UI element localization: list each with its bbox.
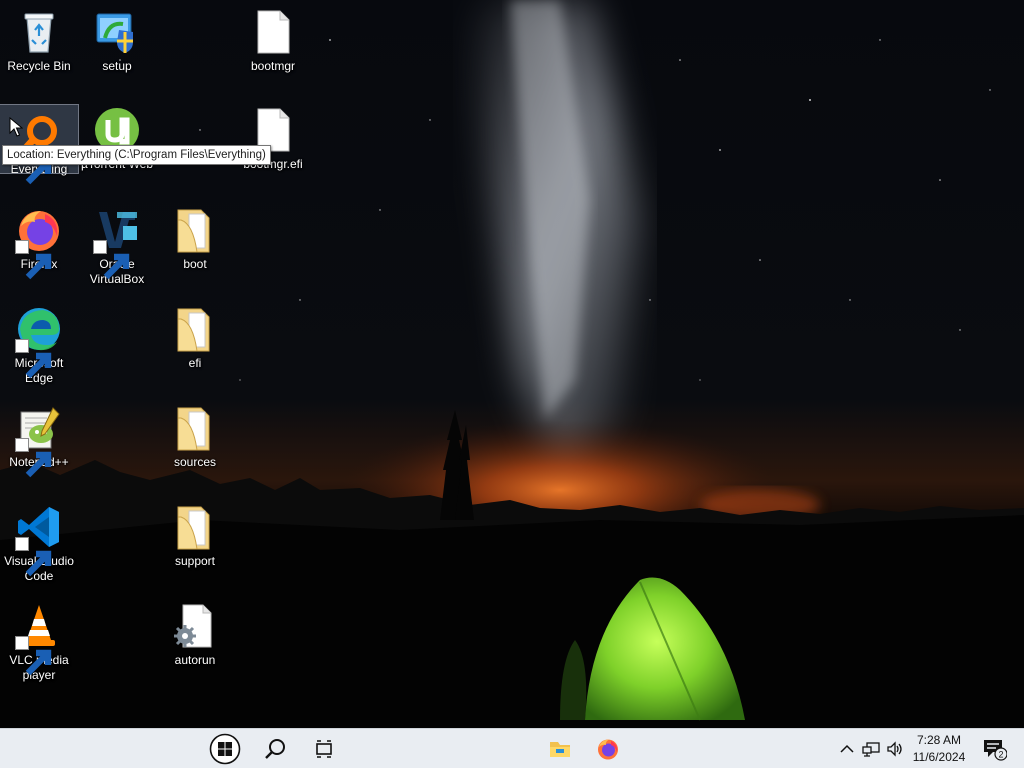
- setup-icon: [93, 8, 141, 56]
- desktop-icon-folder-boot[interactable]: boot: [156, 200, 234, 272]
- search-icon: [265, 738, 285, 759]
- windows-start-icon: [209, 733, 241, 764]
- recycle-bin-icon: [15, 8, 63, 56]
- virtualbox-icon: [93, 206, 141, 280]
- desktop-icon-label: bootmgr: [250, 59, 296, 73]
- shortcut-arrow-icon: [15, 438, 52, 478]
- edge-icon: [15, 305, 63, 379]
- desktop-icon-vlc-media-player[interactable]: VLC media player: [0, 596, 78, 683]
- notepadpp-icon: [15, 404, 63, 478]
- notification-icon: 2: [984, 739, 1007, 761]
- shortcut-arrow-icon: [15, 537, 52, 577]
- desktop-icon-visual-studio-code[interactable]: Visual Studio Code: [0, 497, 78, 584]
- desktop-icon-label: Recycle Bin: [7, 59, 71, 73]
- notification-center-button[interactable]: 2: [978, 729, 1010, 768]
- desktop-icon-notepad-plus-plus[interactable]: Notepad++: [0, 398, 78, 478]
- task-view-button[interactable]: [304, 729, 344, 768]
- clock-time: 7:28 AM: [916, 733, 962, 747]
- network-button[interactable]: [860, 729, 882, 768]
- volume-button[interactable]: [884, 729, 906, 768]
- taskbar-firefox[interactable]: [588, 729, 628, 768]
- desktop-icon-autorun[interactable]: autorun: [156, 596, 234, 668]
- folder-icon: [171, 404, 219, 452]
- vlc-icon: [15, 602, 63, 676]
- desktop-icon-recycle-bin[interactable]: Recycle Bin: [0, 2, 78, 74]
- notification-count-badge: 2: [998, 749, 1003, 759]
- taskbar-clock[interactable]: 7:28 AM 11/6/2024: [906, 732, 972, 766]
- start-button[interactable]: [205, 729, 245, 768]
- firefox-icon: [598, 739, 618, 759]
- shortcut-arrow-icon: [93, 240, 130, 280]
- task-view-icon: [316, 739, 332, 758]
- shortcut-arrow-icon: [15, 636, 52, 676]
- search-button[interactable]: [256, 729, 296, 768]
- network-icon: [862, 741, 880, 757]
- desktop-icon-folder-sources[interactable]: sources: [156, 398, 234, 470]
- location-tooltip: Location: Everything (C:\Program Files\E…: [2, 145, 271, 165]
- desktop-icon-label: support: [174, 554, 216, 568]
- desktop-icon-label: sources: [173, 455, 217, 469]
- desktop-icon-folder-support[interactable]: support: [156, 497, 234, 569]
- desktop-icon-firefox[interactable]: Firefox: [0, 200, 78, 280]
- desktop-icon-microsoft-edge[interactable]: Microsoft Edge: [0, 299, 78, 386]
- desktop[interactable]: Recycle Bin Everything Firefox Microsoft…: [0, 0, 1024, 728]
- shortcut-arrow-icon: [15, 339, 52, 379]
- volume-icon: [887, 740, 902, 757]
- file-explorer-icon: [550, 741, 570, 757]
- folder-icon: [171, 206, 219, 254]
- autorun-settings-icon: [171, 602, 219, 650]
- desktop-icon-setup[interactable]: setup: [78, 2, 156, 74]
- show-hidden-icons-button[interactable]: [838, 729, 856, 768]
- shortcut-arrow-icon: [15, 240, 52, 280]
- folder-icon: [171, 305, 219, 353]
- desktop-icon-folder-efi[interactable]: efi: [156, 299, 234, 371]
- taskbar-file-explorer[interactable]: [540, 729, 580, 768]
- desktop-icon-label: autorun: [174, 653, 216, 667]
- desktop-icon-bootmgr[interactable]: bootmgr: [234, 2, 312, 74]
- clock-date: 11/6/2024: [912, 750, 966, 764]
- folder-icon: [171, 503, 219, 551]
- desktop-icon-oracle-virtualbox[interactable]: Oracle VirtualBox: [78, 200, 156, 287]
- firefox-icon: [15, 206, 63, 280]
- desktop-icon-label: boot: [183, 257, 207, 271]
- desktop-icon-label: setup: [102, 59, 132, 73]
- vscode-icon: [15, 503, 63, 577]
- mouse-cursor-icon: [9, 117, 23, 137]
- desktop-icon-label: efi: [188, 356, 202, 370]
- file-icon: [249, 8, 297, 56]
- taskbar: 7:28 AM 11/6/2024 2: [0, 728, 1024, 768]
- chevron-up-icon: [840, 744, 854, 753]
